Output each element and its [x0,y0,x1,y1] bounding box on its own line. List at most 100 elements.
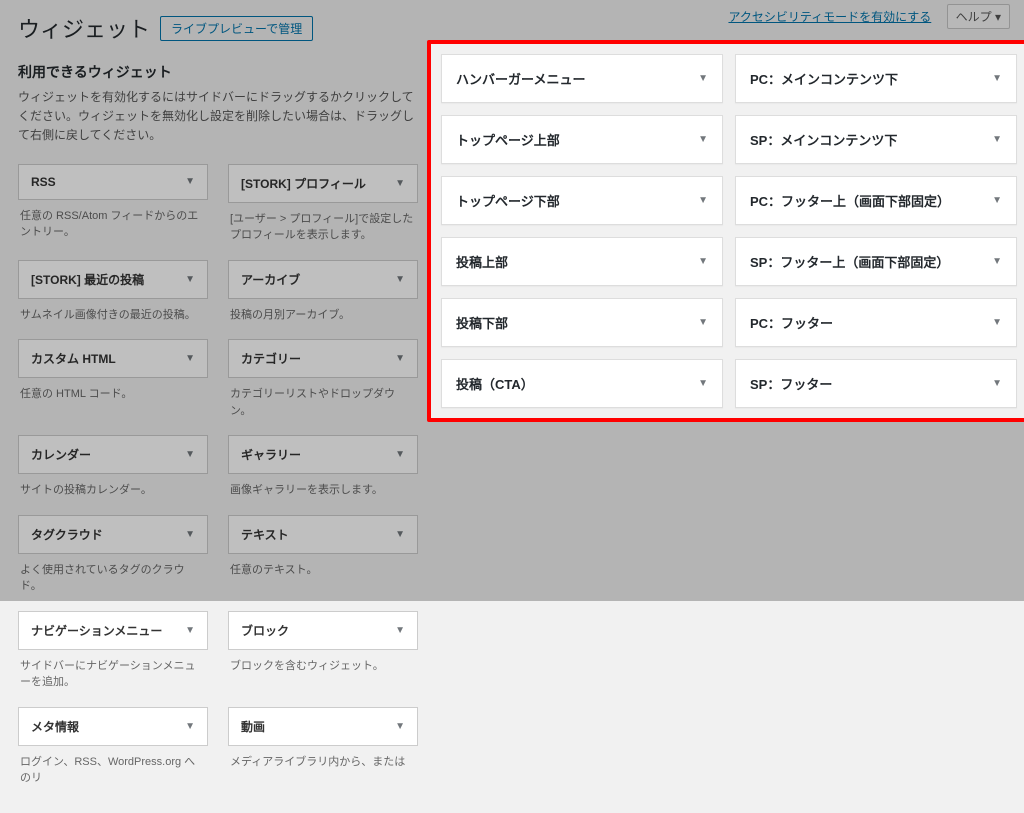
widget-header[interactable]: メタ情報 ▼ [18,707,208,746]
widget-header[interactable]: カテゴリー ▼ [228,339,418,378]
widget-header[interactable]: テキスト ▼ [228,515,418,554]
widget-header[interactable]: [STORK] 最近の投稿 ▼ [18,260,208,299]
widget-header[interactable]: アーカイブ▼ [228,260,418,299]
chevron-down-icon: ▼ [992,195,1002,206]
chevron-down-icon: ▼ [992,134,1002,145]
widget-header[interactable]: ナビゲーションメニュー▼ [18,611,208,650]
widget-description: 任意の HTML コード。 [18,378,208,413]
widget-title: 動画 [241,718,265,735]
widget-header[interactable]: タグクラウド▼ [18,515,208,554]
widget-area-title: PC：フッター [750,313,833,332]
widget-area-title: ハンバーガーメニュー [456,69,585,88]
chevron-down-icon: ▼ [698,317,708,328]
widget-item: メタ情報 ▼ ログイン、RSS、WordPress.org へのリ [18,707,208,797]
widget-title: ブロック [241,622,289,639]
widget-title: ギャラリー [241,446,301,463]
chevron-down-icon: ▼ [395,449,405,460]
chevron-down-icon: ▼ [698,134,708,145]
widget-area[interactable]: 投稿（CTA） ▼ [441,359,723,408]
widget-area-title: トップページ下部 [456,191,560,210]
chevron-down-icon: ▼ [185,274,195,285]
available-widgets-heading: 利用できるウィジェット [18,62,418,82]
chevron-down-icon: ▼ [395,274,405,285]
widget-title: メタ情報 [31,718,79,735]
widget-description: サムネイル画像付きの最近の投稿。 [18,299,208,334]
widget-title: [STORK] プロフィール [241,175,366,192]
chevron-down-icon: ▼ [395,353,405,364]
widget-header[interactable]: 動画 ▼ [228,707,418,746]
widget-description: ブロックを含むウィジェット。 [228,650,418,685]
chevron-down-icon: ▼ [698,378,708,389]
widget-header[interactable]: RSS ▼ [18,164,208,200]
widget-item: アーカイブ▼投稿の月別アーカイブ。 [228,260,418,334]
widget-header[interactable]: ギャラリー ▼ [228,435,418,474]
widget-area[interactable]: SP：メインコンテンツ下 ▼ [735,115,1017,164]
widget-title: RSS [31,175,56,189]
widget-title: タグクラウド [31,526,103,543]
widget-area[interactable]: ハンバーガーメニュー ▼ [441,54,723,103]
widget-area[interactable]: トップページ下部 ▼ [441,176,723,225]
widget-title: カスタム HTML [31,350,116,367]
widget-area[interactable]: 投稿上部 ▼ [441,237,723,286]
widget-area[interactable]: トップページ上部 ▼ [441,115,723,164]
widget-description: よく使用されているタグのクラウド。 [18,554,208,605]
widget-title: ナビゲーションメニュー [31,622,162,639]
widget-title: カテゴリー [241,350,301,367]
widget-title: カレンダー [31,446,91,463]
available-widgets-description: ウィジェットを有効化するにはサイドバーにドラッグするかクリックしてください。ウィ… [18,88,418,146]
widget-area-title: 投稿（CTA） [456,374,534,393]
widget-header[interactable]: [STORK] プロフィール ▼ [228,164,418,203]
widget-description: サイトの投稿カレンダー。 [18,474,208,509]
widget-area[interactable]: SP：フッター上（画面下部固定） ▼ [735,237,1017,286]
chevron-down-icon: ▼ [992,317,1002,328]
widget-area[interactable]: PC：メインコンテンツ下 ▼ [735,54,1017,103]
widget-area-title: PC：メインコンテンツ下 [750,69,898,88]
widget-item: [STORK] 最近の投稿 ▼ サムネイル画像付きの最近の投稿。 [18,260,208,334]
widget-description: カテゴリーリストやドロップダウン。 [228,378,418,429]
chevron-down-icon: ▼ [395,625,405,636]
widget-description: 画像ギャラリーを表示します。 [228,474,418,509]
widget-description: 任意の RSS/Atom フィードからのエントリー。 [18,200,208,251]
chevron-down-icon: ▼ [992,256,1002,267]
widget-area-title: 投稿上部 [456,252,508,271]
page-title: ウィジェット [18,12,150,44]
widget-description: サイドバーにナビゲーションメニューを追加。 [18,650,208,701]
widget-header[interactable]: カレンダー ▼ [18,435,208,474]
chevron-down-icon: ▼ [698,195,708,206]
widget-area-title: SP：フッター [750,374,832,393]
widget-item: RSS ▼ 任意の RSS/Atom フィードからのエントリー。 [18,164,208,254]
chevron-down-icon: ▼ [185,176,195,187]
widget-area-title: SP：フッター上（画面下部固定） [750,252,949,271]
widget-description: [ユーザー > プロフィール]で設定したプロフィールを表示します。 [228,203,418,254]
widget-description: 任意のテキスト。 [228,554,418,589]
widget-header[interactable]: ブロック ▼ [228,611,418,650]
widget-item: タグクラウド▼よく使用されているタグのクラウド。 [18,515,208,605]
widget-area[interactable]: 投稿下部▼ [441,298,723,347]
widget-title: テキスト [241,526,289,543]
chevron-down-icon: ▼ [992,378,1002,389]
widget-item: ブロック ▼ ブロックを含むウィジェット。 [228,611,418,701]
widget-description: メディアライブラリ内から、または [228,746,418,781]
chevron-down-icon: ▼ [698,73,708,84]
widget-item: 動画 ▼ メディアライブラリ内から、または [228,707,418,797]
widget-area-title: トップページ上部 [456,130,560,149]
widget-header[interactable]: カスタム HTML ▼ [18,339,208,378]
widget-area-title: SP：メインコンテンツ下 [750,130,897,149]
chevron-down-icon: ▼ [185,721,195,732]
chevron-down-icon: ▼ [698,256,708,267]
chevron-down-icon: ▼ [395,721,405,732]
widget-item: カスタム HTML ▼ 任意の HTML コード。 [18,339,208,429]
live-preview-button[interactable]: ライブプレビューで管理 [160,16,313,41]
widget-description: 投稿の月別アーカイブ。 [228,299,418,334]
chevron-down-icon: ▼ [992,73,1002,84]
widget-description: ログイン、RSS、WordPress.org へのリ [18,746,208,797]
widget-area[interactable]: PC：フッター ▼ [735,298,1017,347]
chevron-down-icon: ▼ [395,529,405,540]
chevron-down-icon: ▼ [395,178,405,189]
chevron-down-icon: ▼ [185,449,195,460]
widget-title: [STORK] 最近の投稿 [31,271,144,288]
widget-area[interactable]: SP：フッター ▼ [735,359,1017,408]
chevron-down-icon: ▼ [185,353,195,364]
widget-area[interactable]: PC：フッター上（画面下部固定）▼ [735,176,1017,225]
widget-item: [STORK] プロフィール ▼ [ユーザー > プロフィール]で設定したプロフィー… [228,164,418,254]
